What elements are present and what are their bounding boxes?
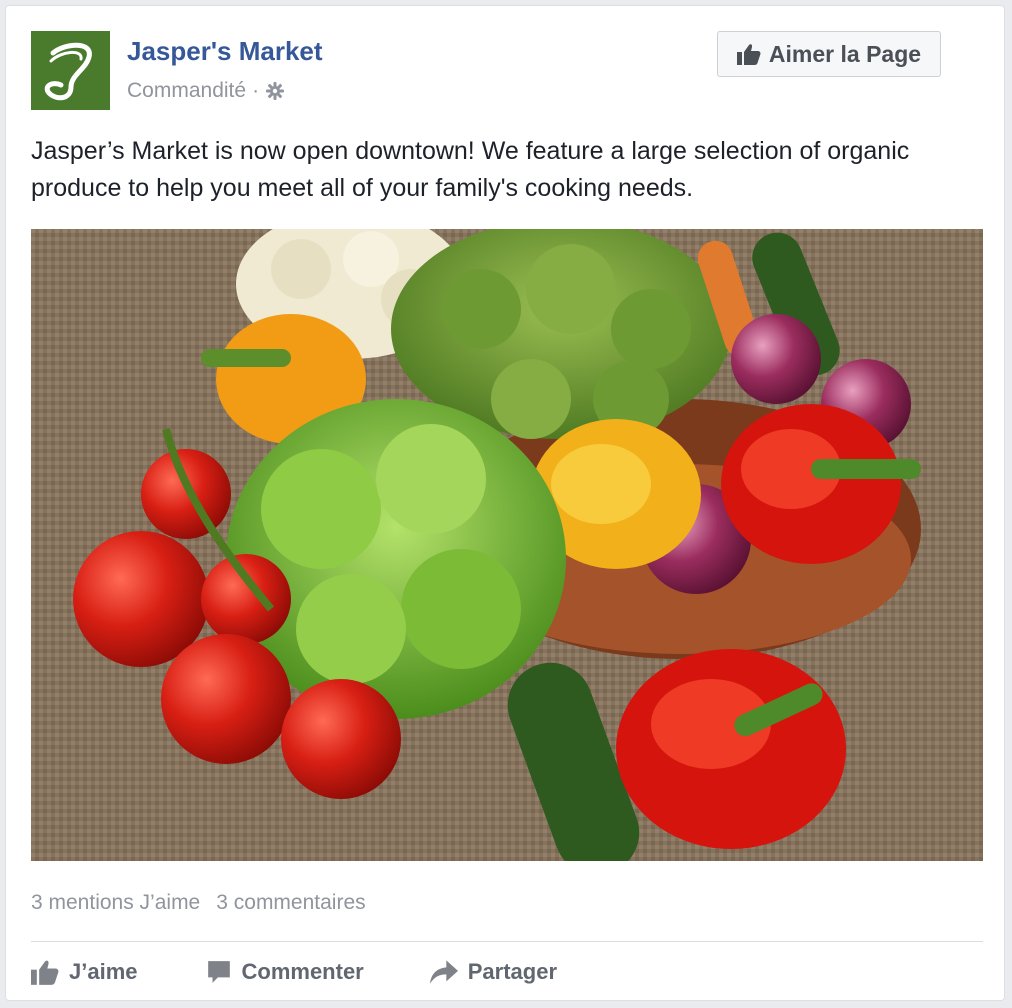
share-arrow-icon <box>429 960 458 984</box>
like-page-label: Aimer la Page <box>768 40 922 67</box>
post-message: Jasper’s Market is now open downtown! We… <box>31 137 910 202</box>
share-button[interactable]: Partager <box>429 959 558 985</box>
post-image[interactable] <box>31 229 983 861</box>
comment-button[interactable]: Commenter <box>206 959 364 985</box>
vegetables-photo-icon <box>31 229 983 861</box>
divider <box>31 941 983 942</box>
comment-bubble-icon <box>207 961 230 983</box>
likes-count[interactable]: 3 mentions J’aime <box>31 891 200 915</box>
sponsored-post-card: Jasper's Market Commandité · Aimer la Pa… <box>5 5 1005 1001</box>
sponsored-info: Commandité · <box>127 79 285 103</box>
comments-count[interactable]: 3 commentaires <box>216 891 365 915</box>
comment-label: Commenter <box>241 959 364 984</box>
like-button[interactable]: J’aime <box>31 959 138 985</box>
post-actions: J’aime Commenter Partager <box>31 954 557 990</box>
thumbs-up-icon <box>31 960 59 985</box>
thumbs-up-icon <box>736 44 761 65</box>
gear-icon[interactable] <box>265 81 285 101</box>
jaspers-market-logo-icon <box>31 31 110 110</box>
engagement-stats: 3 mentions J’aime 3 commentaires <box>31 891 366 915</box>
page-logo[interactable] <box>31 31 110 110</box>
like-page-button[interactable]: Aimer la Page <box>717 31 941 77</box>
page-name-link[interactable]: Jasper's Market <box>127 36 323 67</box>
separator-dot: · <box>252 79 260 102</box>
share-label: Partager <box>467 959 558 984</box>
sponsored-label[interactable]: Commandité <box>127 79 246 103</box>
like-label: J’aime <box>69 959 138 984</box>
